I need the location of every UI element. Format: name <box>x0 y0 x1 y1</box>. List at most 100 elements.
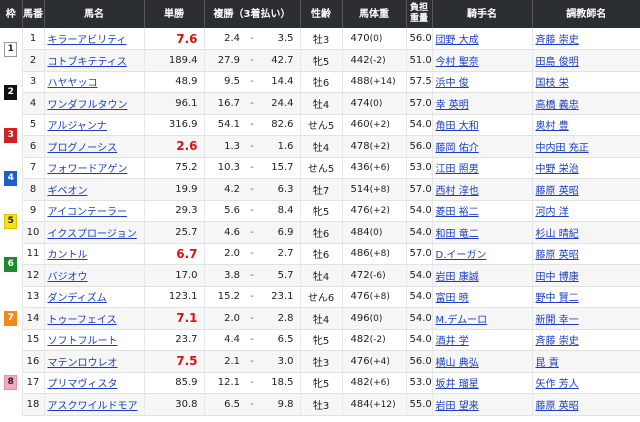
trainer-link[interactable]: 高橋 義忠 <box>536 100 579 111</box>
jockey-link[interactable]: 岩田 康誠 <box>436 272 479 283</box>
horse-name-link[interactable]: ワンダフルタウン <box>48 100 128 111</box>
trainer-link[interactable]: 杉山 晴紀 <box>536 229 579 240</box>
trainer-cell: 奥村 豊 <box>532 114 640 136</box>
table-row: 3 5 アルジャンナ 316.9 54.1-82.6 せん5 460(+2) 54.0 角田 大… <box>0 114 640 157</box>
place-odds-dash: - <box>246 307 258 330</box>
weight-diff: (+2) <box>369 120 390 131</box>
waku-badge: 1 <box>4 42 18 57</box>
trainer-cell: 矢作 芳人 <box>532 372 640 394</box>
trainer-link[interactable]: 野中 賢二 <box>536 293 579 304</box>
trainer-link[interactable]: 田中 博康 <box>536 272 579 283</box>
horse-name-link[interactable]: フォワードアゲン <box>48 164 128 175</box>
horse-name-link[interactable]: マテンロウレオ <box>48 358 118 369</box>
horse-name-cell: アイコンテーラー <box>44 200 145 222</box>
jockey-link[interactable]: 西村 淳也 <box>436 186 479 197</box>
jockey-link[interactable]: 今村 聖奈 <box>436 57 479 68</box>
horse-name-link[interactable]: アスクワイルドモア <box>48 401 138 412</box>
weight-cell: 442(-2) <box>342 49 407 72</box>
place-odds-min: 1.3 <box>204 135 246 158</box>
win-odds: 7.1 <box>144 307 205 330</box>
sex-age-cell: せん6 <box>300 286 343 308</box>
horse-name-link[interactable]: ソフトフルート <box>48 336 118 347</box>
weight-diff: (+14) <box>369 77 396 88</box>
horse-name-link[interactable]: カントル <box>48 250 88 261</box>
trainer-cell: 野中 賢二 <box>532 286 640 308</box>
jockey-cell: M.デムーロ <box>432 307 533 330</box>
waku-badge: 2 <box>4 85 18 100</box>
weight-diff: (+2) <box>369 206 390 217</box>
win-odds: 29.3 <box>144 200 205 222</box>
trainer-cell: 藤原 英昭 <box>532 178 640 201</box>
horse-name-link[interactable]: コトブキテティス <box>48 57 127 68</box>
jockey-link[interactable]: 浜中 俊 <box>436 78 469 89</box>
weight-value: 476 <box>350 205 370 217</box>
jockey-link[interactable]: 岩田 望来 <box>436 401 479 412</box>
win-odds: 23.7 <box>144 329 205 351</box>
jockey-link[interactable]: M.デムーロ <box>436 315 488 326</box>
jockey-link[interactable]: 酒井 学 <box>436 336 469 347</box>
trainer-link[interactable]: 昆 貢 <box>536 358 559 369</box>
trainer-link[interactable]: 矢作 芳人 <box>536 379 579 390</box>
weight-cell: 478(+2) <box>342 135 407 158</box>
place-odds-dash: - <box>246 221 258 244</box>
trainer-link[interactable]: 中野 栄治 <box>536 164 579 175</box>
horse-name-link[interactable]: バジオウ <box>48 272 88 283</box>
trainer-link[interactable]: 奥村 豊 <box>536 121 569 132</box>
weight-cell: 482(+6) <box>342 372 407 394</box>
jockey-link[interactable]: 藤岡 佑介 <box>436 143 479 154</box>
jockey-link[interactable]: 菱田 裕二 <box>436 207 479 218</box>
horse-name-cell: プログノーシス <box>44 135 145 158</box>
trainer-cell: 昆 貢 <box>532 350 640 373</box>
horse-name-link[interactable]: ギベオン <box>48 186 88 197</box>
jockey-link[interactable]: 坂井 瑠星 <box>436 379 479 390</box>
trainer-link[interactable]: 中内田 充正 <box>536 143 589 154</box>
weight-diff: (+4) <box>369 356 390 367</box>
trainer-link[interactable]: 藤原 英昭 <box>536 250 579 261</box>
table-row: 5 9 アイコンテーラー 29.3 5.6-8.4 牝5 476(+2) 54.0 菱田 裕二河… <box>0 200 640 243</box>
waku-cell: 5 <box>0 200 23 243</box>
jockey-link[interactable]: 角田 大和 <box>436 121 479 132</box>
jockey-link[interactable]: 富田 暁 <box>436 293 469 304</box>
trainer-link[interactable]: 田島 俊明 <box>536 57 579 68</box>
place-odds-max: 9.8 <box>258 393 301 416</box>
place-odds-dash: - <box>246 264 258 287</box>
weight-cell: 436(+6) <box>342 157 407 179</box>
weight-value: 496 <box>350 312 370 324</box>
horse-name-link[interactable]: ダンディズム <box>48 293 107 304</box>
umaban-cell: 2 <box>22 49 45 72</box>
place-odds-dash: - <box>246 114 258 136</box>
horse-name-link[interactable]: プログノーシス <box>48 143 118 154</box>
trainer-link[interactable]: 藤原 英昭 <box>536 401 579 412</box>
win-odds: 189.4 <box>144 49 205 72</box>
waku-cell: 7 <box>0 286 23 351</box>
jockey-link[interactable]: 団野 大成 <box>436 35 479 46</box>
jockey-link[interactable]: D.イーガン <box>436 250 487 261</box>
trainer-link[interactable]: 国枝 栄 <box>536 78 569 89</box>
header-umaban: 馬番 <box>22 0 45 28</box>
jockey-link[interactable]: 幸 英明 <box>436 100 469 111</box>
horse-name-link[interactable]: ハヤヤッコ <box>48 78 98 89</box>
trainer-link[interactable]: 斉藤 崇史 <box>536 336 579 347</box>
horse-name-link[interactable]: キラーアビリティ <box>48 35 127 46</box>
trainer-link[interactable]: 河内 洋 <box>536 207 569 218</box>
trainer-cell: 藤原 英昭 <box>532 243 640 265</box>
horse-name-link[interactable]: イクスプロージョン <box>48 229 137 240</box>
trainer-link[interactable]: 斉藤 崇史 <box>536 35 579 46</box>
sex-age-cell: 牝5 <box>300 200 343 222</box>
place-odds-min: 5.6 <box>204 200 246 222</box>
place-odds-max: 2.7 <box>258 243 301 265</box>
weight-cell: 484(0) <box>342 221 407 244</box>
jockey-cell: 幸 英明 <box>432 92 533 115</box>
trainer-link[interactable]: 新開 幸一 <box>536 315 579 326</box>
horse-name-link[interactable]: アイコンテーラー <box>48 207 128 218</box>
horse-name-cell: トゥーフェイス <box>44 307 145 330</box>
horse-name-link[interactable]: アルジャンナ <box>48 121 107 132</box>
horse-name-link[interactable]: トゥーフェイス <box>48 315 117 326</box>
horse-name-link[interactable]: プリマヴィスタ <box>48 379 118 390</box>
trainer-link[interactable]: 藤原 英昭 <box>536 186 579 197</box>
jockey-link[interactable]: 横山 典弘 <box>436 358 479 369</box>
table-row: 6 プログノーシス 2.6 1.3-1.6 牡4 478(+2) 56.0 藤岡 佑介 中内田 … <box>0 135 640 158</box>
jockey-link[interactable]: 和田 竜二 <box>436 229 479 240</box>
jockey-link[interactable]: 江田 照男 <box>436 164 479 175</box>
place-odds-min: 2.4 <box>204 28 246 50</box>
